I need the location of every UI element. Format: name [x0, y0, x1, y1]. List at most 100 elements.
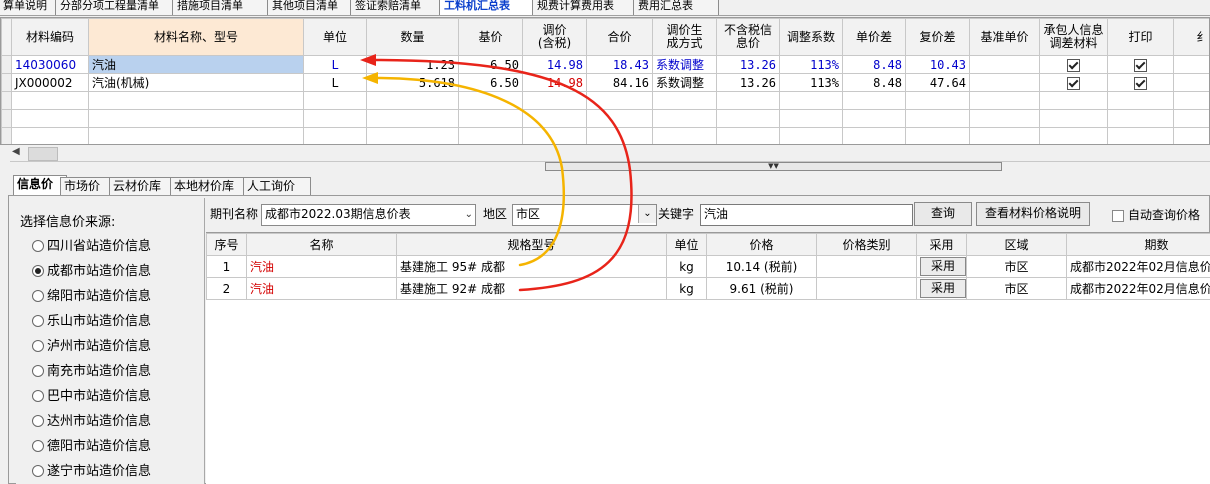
region-select[interactable]: 市区 ⌄	[512, 204, 657, 226]
source-option-sichuan[interactable]: 四川省站造价信息	[32, 237, 151, 257]
material-rediff[interactable]: 10.43	[905, 55, 970, 74]
row-header[interactable]	[1, 91, 12, 110]
material-base-price[interactable]: 6.50	[458, 55, 523, 74]
source-option-mianyang[interactable]: 绵阳市站造价信息	[32, 287, 151, 307]
tab-measures[interactable]: 措施项目清单	[172, 0, 276, 15]
material-method[interactable]: 系数调整	[652, 73, 717, 92]
col-header-more[interactable]: 纟	[1173, 18, 1209, 56]
res-spec[interactable]: 基建施工 95# 成都	[396, 255, 667, 278]
res-header-unit[interactable]: 单位	[666, 233, 707, 256]
material-name[interactable]: 汽油	[88, 55, 304, 74]
col-header-bench[interactable]: 基准单价	[969, 18, 1040, 56]
source-option-dazhou[interactable]: 达州市站造价信息	[32, 412, 151, 432]
checkbox-checked-icon[interactable]	[1067, 58, 1080, 72]
res-header-region[interactable]: 区域	[966, 233, 1067, 256]
source-option-deyang[interactable]: 德阳市站造价信息	[32, 437, 151, 457]
material-method[interactable]: 系数调整	[652, 55, 717, 74]
source-option-bazhong[interactable]: 巴中市站造价信息	[32, 387, 151, 407]
radio-icon[interactable]	[32, 314, 44, 327]
res-header-price[interactable]: 价格	[706, 233, 817, 256]
table-row[interactable]: JX000002 汽油(机械) L 5.618 6.50 14.98 84.16…	[1, 73, 1209, 92]
material-rediff[interactable]: 47.64	[905, 73, 970, 92]
res-header-period[interactable]: 期数	[1066, 233, 1210, 256]
material-unit[interactable]: L	[303, 73, 367, 92]
material-code[interactable]: JX000002	[11, 73, 89, 92]
keyword-input[interactable]: 汽油	[700, 204, 913, 226]
tab-visa-claims[interactable]: 签证索赔清单	[350, 0, 448, 15]
radio-icon[interactable]	[32, 289, 44, 302]
col-header-code[interactable]: 材料编码	[11, 18, 89, 56]
tab-regulatory-fees[interactable]: 规费计算费用表	[532, 0, 642, 15]
table-row[interactable]	[1, 109, 1209, 128]
material-coef[interactable]: 113%	[779, 55, 843, 74]
source-option-chengdu[interactable]: 成都市站造价信息	[32, 262, 151, 282]
material-info-price[interactable]: 13.26	[716, 73, 780, 92]
col-header-info-price[interactable]: 不含税信 息价	[716, 18, 780, 56]
contractor-checkbox[interactable]	[1039, 55, 1108, 74]
radio-icon[interactable]	[32, 339, 44, 352]
tab-info-price[interactable]: 信息价	[13, 175, 67, 196]
adopt-button[interactable]: 采用	[920, 257, 966, 276]
col-header-coef[interactable]: 调整系数	[779, 18, 843, 56]
col-header-total[interactable]: 合价	[586, 18, 653, 56]
row-header[interactable]	[1, 127, 12, 144]
material-bench[interactable]	[969, 55, 1040, 74]
tab-local-price-lib[interactable]: 本地材价库	[170, 177, 250, 197]
checkbox-checked-icon[interactable]	[1134, 58, 1147, 72]
material-qty[interactable]: 1.23	[366, 55, 459, 74]
res-header-name[interactable]: 名称	[246, 233, 397, 256]
col-header-print[interactable]: 打印	[1107, 18, 1174, 56]
col-header-unit[interactable]: 单位	[303, 18, 367, 56]
material-code[interactable]: 14030060	[11, 55, 89, 74]
res-name[interactable]: 汽油	[246, 255, 397, 278]
material-unit-diff[interactable]: 8.48	[842, 73, 906, 92]
source-option-nanchong[interactable]: 南充市站造价信息	[32, 362, 151, 382]
checkbox-checked-icon[interactable]	[1067, 76, 1080, 90]
col-header-unit-diff[interactable]: 单价差	[842, 18, 906, 56]
radio-icon[interactable]	[32, 364, 44, 377]
material-total[interactable]: 18.43	[586, 55, 653, 74]
radio-icon[interactable]	[32, 389, 44, 402]
res-header-category[interactable]: 价格类别	[816, 233, 917, 256]
table-row[interactable]: 2 汽油 基建施工 92# 成都 kg 9.61 (税前) 采用 市区 成都市2…	[206, 277, 1210, 300]
material-adjusted-price[interactable]: 14.98	[522, 55, 587, 74]
row-header[interactable]	[1, 55, 12, 74]
res-header-no[interactable]: 序号	[206, 233, 247, 256]
tab-fee-summary[interactable]: 费用汇总表	[633, 0, 719, 15]
search-button[interactable]: 查询	[914, 202, 972, 226]
res-name[interactable]: 汽油	[246, 277, 397, 300]
adopt-button[interactable]: 采用	[920, 279, 966, 298]
print-checkbox[interactable]	[1107, 73, 1174, 92]
col-header-rediff[interactable]: 复价差	[905, 18, 970, 56]
contractor-checkbox[interactable]	[1039, 73, 1108, 92]
material-unit-diff[interactable]: 8.48	[842, 55, 906, 74]
scroll-left-icon[interactable]: ◀	[12, 146, 20, 157]
material-adjusted-price[interactable]: 14.98	[522, 73, 587, 92]
chevron-down-icon[interactable]: ⌄	[638, 205, 656, 223]
col-header-contractor[interactable]: 承包人信息 调差材料	[1039, 18, 1108, 56]
radio-selected-icon[interactable]	[32, 264, 44, 277]
material-bench[interactable]	[969, 73, 1040, 92]
source-option-leshan[interactable]: 乐山市站造价信息	[32, 312, 151, 332]
chevron-down-icon[interactable]: ⌄	[465, 206, 473, 224]
checkbox-icon[interactable]	[1112, 209, 1124, 222]
radio-icon[interactable]	[32, 464, 44, 477]
view-price-explain-button[interactable]: 查看材料价格说明	[976, 202, 1090, 226]
col-header-adjusted[interactable]: 调价 (含税)	[522, 18, 587, 56]
scroll-thumb[interactable]	[28, 147, 58, 161]
horizontal-scrollbar[interactable]: ◀	[10, 145, 1210, 162]
tab-bill-items[interactable]: 分部分项工程量清单	[55, 0, 181, 15]
row-header[interactable]	[1, 109, 12, 128]
material-coef[interactable]: 113%	[779, 73, 843, 92]
table-row[interactable]: 1 汽油 基建施工 95# 成都 kg 10.14 (税前) 采用 市区 成都市…	[206, 255, 1210, 278]
source-option-suining[interactable]: 遂宁市站造价信息	[32, 462, 151, 482]
print-checkbox[interactable]	[1107, 55, 1174, 74]
radio-icon[interactable]	[32, 239, 44, 252]
material-qty[interactable]: 5.618	[366, 73, 459, 92]
col-header-name[interactable]: 材料名称、型号	[88, 18, 304, 56]
panel-splitter[interactable]: ▼▼	[545, 162, 1002, 171]
source-option-luzhou[interactable]: 泸州市站造价信息	[32, 337, 151, 357]
res-spec[interactable]: 基建施工 92# 成都	[396, 277, 667, 300]
material-name[interactable]: 汽油(机械)	[88, 73, 304, 92]
material-base-price[interactable]: 6.50	[458, 73, 523, 92]
